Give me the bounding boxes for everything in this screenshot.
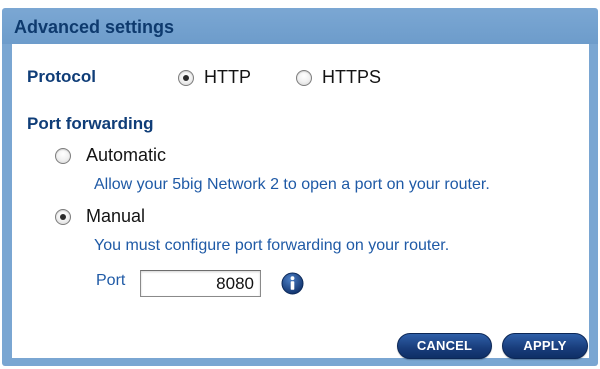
protocol-label: Protocol <box>27 67 96 86</box>
automatic-description: Allow your 5big Network 2 to open a port… <box>94 176 490 193</box>
apply-button[interactable]: APPLY <box>502 333 588 359</box>
dialog-frame-left <box>2 44 12 362</box>
protocol-https-label[interactable]: HTTPS <box>322 67 381 88</box>
port-label: Port <box>96 272 126 289</box>
cancel-button[interactable]: CANCEL <box>397 333 492 359</box>
port-forwarding-manual-radio[interactable] <box>55 209 71 225</box>
radio-selected-dot <box>183 75 189 81</box>
protocol-https-radio[interactable] <box>296 70 312 86</box>
port-forwarding-manual-label[interactable]: Manual <box>86 206 145 227</box>
protocol-http-radio[interactable] <box>178 70 194 86</box>
port-forwarding-automatic-label[interactable]: Automatic <box>86 145 166 166</box>
port-input[interactable] <box>140 270 261 297</box>
manual-description: You must configure port forwarding on yo… <box>94 237 450 254</box>
advanced-settings-dialog: Advanced settings Protocol HTTP HTTPS Po… <box>0 0 600 369</box>
dialog-frame-bottom <box>2 358 598 366</box>
port-forwarding-automatic-radio[interactable] <box>55 148 71 164</box>
dialog-content <box>12 50 589 358</box>
radio-selected-dot <box>60 214 66 220</box>
protocol-http-label[interactable]: HTTP <box>204 67 251 88</box>
dialog-title: Advanced settings <box>14 17 175 37</box>
dialog-frame-right <box>589 44 598 362</box>
info-icon[interactable] <box>281 272 304 295</box>
port-forwarding-label: Port forwarding <box>27 114 154 133</box>
dialog-header: Advanced settings <box>2 8 598 44</box>
